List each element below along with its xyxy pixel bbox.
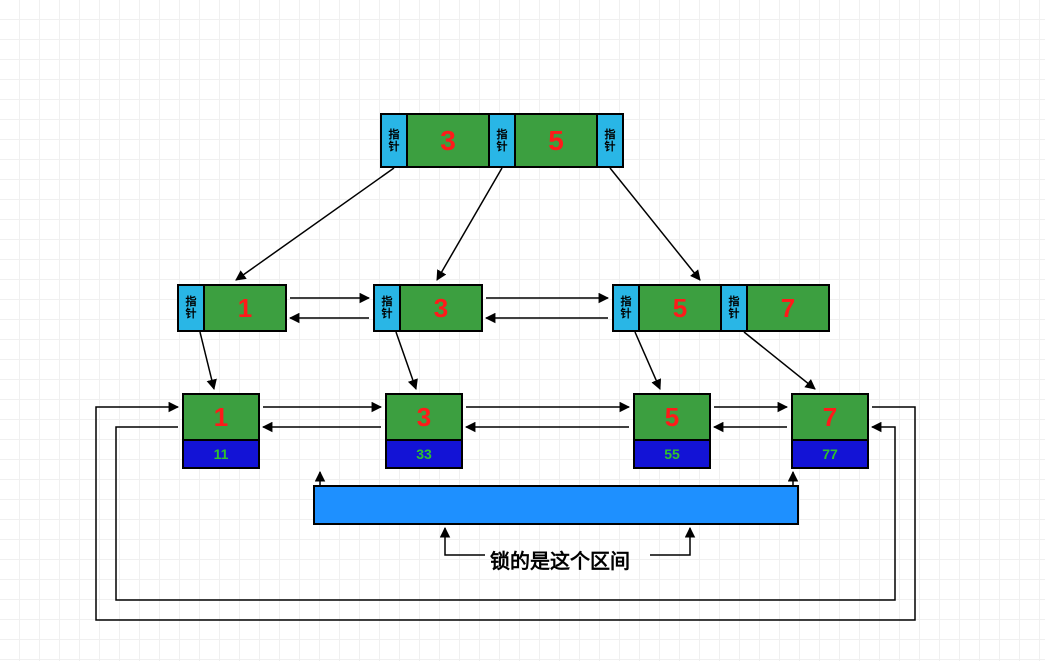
leaf-0-key: 1 xyxy=(182,393,260,441)
diagram-stage: 指 针 3 指 针 5 指 针 指 针 1 指 针 3 指 针 5 指 针 7 … xyxy=(0,0,1045,661)
l2c-pointer-0: 指 针 xyxy=(612,284,640,332)
leaf-0-value: 11 xyxy=(182,439,260,469)
leaf-1-value: 33 xyxy=(385,439,463,469)
leaf-3-value: 77 xyxy=(791,439,869,469)
l2a-key-0: 1 xyxy=(203,284,287,332)
root-pointer-1: 指 针 xyxy=(488,113,516,168)
root-key-1: 5 xyxy=(514,113,598,168)
root-key-0: 3 xyxy=(406,113,490,168)
l2c-key-1: 7 xyxy=(746,284,830,332)
l2c-pointer-1: 指 针 xyxy=(720,284,748,332)
l2c-key-0: 5 xyxy=(638,284,722,332)
root-pointer-0: 指 针 xyxy=(380,113,408,168)
leaf-3-key: 7 xyxy=(791,393,869,441)
l2b-key-0: 3 xyxy=(399,284,483,332)
l2a-pointer-0: 指 针 xyxy=(177,284,205,332)
leaf-2-value: 55 xyxy=(633,439,711,469)
l2b-pointer-0: 指 针 xyxy=(373,284,401,332)
leaf-1-key: 3 xyxy=(385,393,463,441)
leaf-2-key: 5 xyxy=(633,393,711,441)
lock-caption: 锁的是这个区间 xyxy=(490,545,630,574)
lock-range-bar xyxy=(313,485,799,525)
root-pointer-2: 指 针 xyxy=(596,113,624,168)
